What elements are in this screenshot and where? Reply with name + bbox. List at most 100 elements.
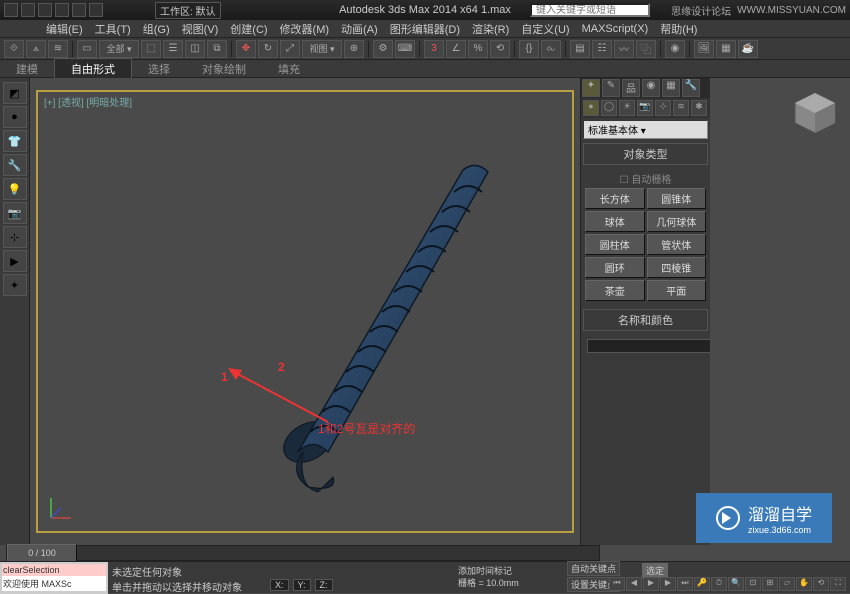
goto-end-icon[interactable]: ⏭: [677, 577, 693, 591]
workspace-selector[interactable]: 工作区: 默认: [155, 2, 221, 19]
zoom-ext-icon[interactable]: ⊞: [762, 577, 778, 591]
coord-y[interactable]: Y:: [293, 579, 311, 591]
new-icon[interactable]: [21, 3, 35, 17]
window-crossing-icon[interactable]: ⧉: [207, 40, 227, 58]
menu-animation[interactable]: 动画(A): [335, 21, 384, 37]
tab-motion-icon[interactable]: ◉: [642, 79, 660, 97]
tab-freeform[interactable]: 自由形式: [54, 58, 132, 79]
pan-icon[interactable]: ✋: [796, 577, 812, 591]
keyboard-icon[interactable]: ⌨: [395, 40, 415, 58]
tab-modify-icon[interactable]: ✎: [602, 79, 620, 97]
tab-display-icon[interactable]: ▦: [662, 79, 680, 97]
select-object-icon[interactable]: ⬚: [141, 40, 161, 58]
prim-tube[interactable]: 管状体: [647, 234, 707, 255]
save-icon[interactable]: [55, 3, 69, 17]
goto-start-icon[interactable]: ⏮: [609, 577, 625, 591]
percent-snap-icon[interactable]: %: [468, 40, 488, 58]
maxscript-listener[interactable]: clearSelection 欢迎使用 MAXSc: [0, 562, 108, 594]
prim-cone[interactable]: 圆锥体: [647, 188, 707, 209]
cat-spacewarps-icon[interactable]: ≋: [673, 100, 689, 116]
next-frame-icon[interactable]: ▶: [660, 577, 676, 591]
fov-icon[interactable]: ▱: [779, 577, 795, 591]
zoom-icon[interactable]: 🔍: [728, 577, 744, 591]
prim-pyramid[interactable]: 四棱锥: [647, 257, 707, 278]
mirror-icon[interactable]: ⧜: [541, 40, 561, 58]
addtime-label[interactable]: 添加时间标记: [458, 564, 512, 577]
cat-helpers-icon[interactable]: ⊹: [655, 100, 671, 116]
rollout-objtype[interactable]: 对象类型: [583, 143, 708, 165]
schematic-icon[interactable]: ⿻: [636, 40, 656, 58]
select-filter[interactable]: 全部 ▾: [99, 40, 139, 58]
material-editor-icon[interactable]: ◉: [665, 40, 685, 58]
render-icon[interactable]: ☕: [738, 40, 758, 58]
render-setup-icon[interactable]: 🖼: [694, 40, 714, 58]
align-icon[interactable]: ▤: [570, 40, 590, 58]
prim-box[interactable]: 长方体: [585, 188, 645, 209]
prim-sphere[interactable]: 球体: [585, 211, 645, 232]
tab-modeling[interactable]: 建模: [0, 59, 54, 79]
snap-icon[interactable]: 3: [424, 40, 444, 58]
cat-cameras-icon[interactable]: 📷: [637, 100, 653, 116]
menu-customize[interactable]: 自定义(U): [515, 21, 575, 37]
viewcube[interactable]: [790, 88, 840, 138]
menu-edit[interactable]: 编辑(E): [40, 21, 89, 37]
coord-z[interactable]: Z:: [315, 579, 333, 591]
pivot-icon[interactable]: ⊕: [344, 40, 364, 58]
scale-icon[interactable]: ⤢: [280, 40, 300, 58]
prim-teapot[interactable]: 茶壶: [585, 280, 645, 301]
viewport-perspective[interactable]: [+] [透视] [明暗处理]: [36, 90, 574, 533]
search-input[interactable]: [530, 3, 650, 17]
manipulate-icon[interactable]: ⚙: [373, 40, 393, 58]
menu-render[interactable]: 渲染(R): [466, 21, 515, 37]
prim-torus[interactable]: 圆环: [585, 257, 645, 278]
coord-x[interactable]: X:: [270, 579, 289, 591]
orbit-icon[interactable]: ⟲: [813, 577, 829, 591]
primitive-dropdown[interactable]: 标准基本体 ▾: [583, 120, 708, 139]
helper-icon[interactable]: ⊹: [3, 226, 27, 248]
unlink-icon[interactable]: ⟑: [26, 40, 46, 58]
time-config-icon[interactable]: ⏱: [711, 577, 727, 591]
sphere-icon[interactable]: ●: [3, 106, 27, 128]
link-icon[interactable]: ⟐: [4, 40, 24, 58]
play-icon[interactable]: ▶: [643, 577, 659, 591]
key-mode-icon[interactable]: 🔑: [694, 577, 710, 591]
viewport-label[interactable]: [+] [透视] [明暗处理]: [44, 94, 132, 109]
prev-frame-icon[interactable]: ◀: [626, 577, 642, 591]
cube-icon[interactable]: ◩: [3, 82, 27, 104]
prim-plane[interactable]: 平面: [647, 280, 707, 301]
curve-editor-icon[interactable]: 〰: [614, 40, 634, 58]
tab-create-icon[interactable]: ✦: [582, 79, 600, 97]
menu-maxscript[interactable]: MAXScript(X): [576, 23, 655, 35]
tab-objectpaint[interactable]: 对象绘制: [186, 59, 262, 79]
shirt-icon[interactable]: 👕: [3, 130, 27, 152]
tab-hierarchy-icon[interactable]: 品: [622, 79, 640, 97]
select-region-icon[interactable]: ◫: [185, 40, 205, 58]
effects-icon[interactable]: ✦: [3, 274, 27, 296]
menu-help[interactable]: 帮助(H): [654, 21, 703, 37]
autokey-button[interactable]: 自动关键点: [567, 561, 620, 576]
menu-group[interactable]: 组(G): [137, 21, 176, 37]
tab-selection[interactable]: 选择: [132, 59, 186, 79]
undo-icon[interactable]: [72, 3, 86, 17]
refcoord[interactable]: 视图 ▾: [302, 40, 342, 58]
maximize-icon[interactable]: ⛶: [830, 577, 846, 591]
prim-cylinder[interactable]: 圆柱体: [585, 234, 645, 255]
menu-modifiers[interactable]: 修改器(M): [274, 21, 336, 37]
render-frame-icon[interactable]: ▦: [716, 40, 736, 58]
rollout-name[interactable]: 名称和颜色: [583, 309, 708, 331]
bind-icon[interactable]: ≋: [48, 40, 68, 58]
tab-utilities-icon[interactable]: 🔧: [682, 79, 700, 97]
autogrid-checkbox[interactable]: ☐ 自动栅格: [585, 169, 706, 188]
light-icon[interactable]: 💡: [3, 178, 27, 200]
menu-tools[interactable]: 工具(T): [89, 21, 137, 37]
cat-shapes-icon[interactable]: ◯: [601, 100, 617, 116]
select-icon[interactable]: ▭: [77, 40, 97, 58]
zoom-all-icon[interactable]: ⊡: [745, 577, 761, 591]
angle-snap-icon[interactable]: ∠: [446, 40, 466, 58]
time-slider[interactable]: 0 / 100 0102030405060708090100: [6, 545, 600, 561]
time-slider-handle[interactable]: 0 / 100: [7, 544, 77, 562]
camera-icon[interactable]: 📷: [3, 202, 27, 224]
selected-filter[interactable]: 选定: [642, 563, 668, 578]
move-icon[interactable]: ✥: [236, 40, 256, 58]
menu-create[interactable]: 创建(C): [224, 21, 273, 37]
